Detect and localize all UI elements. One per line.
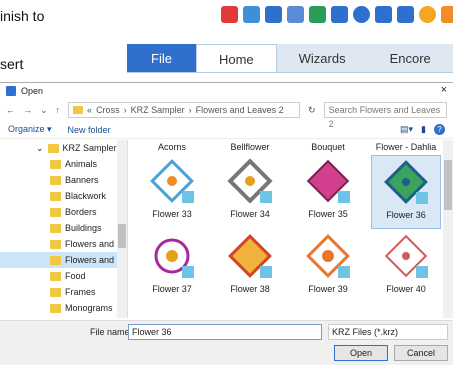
tab-encore[interactable]: Encore: [368, 44, 453, 72]
wizard-icon[interactable]: [243, 6, 260, 23]
flower-35-thumbnail: [306, 159, 350, 203]
nav-item-flowers-leaves-2[interactable]: Flowers and Lea: [0, 252, 127, 268]
breadcrumb-separator: ›: [188, 105, 192, 115]
nav-item-krz-sampler[interactable]: ⌄ KRZ Sampler: [0, 140, 127, 156]
folder-icon: [50, 159, 61, 169]
file-bellflower[interactable]: Bellflower: [215, 140, 285, 154]
file-acorns[interactable]: Acorns: [137, 140, 207, 154]
file-flower-35[interactable]: Flower 35: [293, 155, 363, 221]
folder-icon: [50, 303, 61, 313]
tab-wizards[interactable]: Wizards: [277, 44, 368, 72]
file-flower-38[interactable]: Flower 38: [215, 230, 285, 296]
breadcrumb-ellipsis: «: [87, 105, 93, 115]
up-icon[interactable]: ↑: [56, 105, 61, 115]
ribbon-tabs: File Home Wizards Encore: [127, 44, 453, 73]
folder-icon: [50, 255, 61, 265]
flower-39-thumbnail: [306, 234, 350, 278]
nav-scroll-thumb[interactable]: [118, 224, 126, 248]
navigation-pane: ⌄ KRZ Sampler Animals Banners Blackwork B…: [0, 140, 128, 318]
search-input[interactable]: Search Flowers and Leaves 2: [323, 102, 447, 129]
breadcrumb[interactable]: « Cross › KRZ Sampler › Flowers and Leav…: [68, 102, 301, 118]
flower-33-thumbnail: [150, 159, 194, 203]
file-flower-39[interactable]: Flower 39: [293, 230, 363, 296]
flower-37-thumbnail: [154, 238, 194, 278]
open-dialog: Open × ← → ⌄ ↑ « Cross › KRZ Sampler › F…: [0, 82, 453, 365]
folder-icon: [47, 143, 59, 153]
file-grid-scroll-thumb[interactable]: [444, 160, 452, 210]
dialog-titlebar: Open ×: [0, 83, 453, 99]
file-flower-40[interactable]: Flower 40: [371, 230, 441, 296]
background-text-2: sert: [0, 56, 24, 72]
save-icon[interactable]: [265, 6, 282, 23]
organize-button[interactable]: Organize ▾: [8, 124, 52, 135]
export-icon[interactable]: [309, 6, 326, 23]
view-icon[interactable]: ▤▾: [400, 124, 413, 135]
nav-item-flowers-leaves-1[interactable]: Flowers and Lea: [0, 236, 127, 252]
close-icon[interactable]: ×: [441, 84, 447, 96]
file-flower-dahlia[interactable]: Flower - Dahlia: [371, 140, 441, 154]
breadcrumb-current[interactable]: Flowers and Leaves 2: [196, 105, 284, 115]
background-text-1: inish to: [0, 8, 45, 24]
folder-icon: [50, 191, 61, 201]
breadcrumb-separator: ›: [123, 105, 127, 115]
forward-icon[interactable]: →: [23, 105, 32, 115]
preview-pane-icon[interactable]: ▮: [421, 124, 426, 135]
flower-34-thumbnail: [227, 158, 273, 204]
pin-icon[interactable]: [221, 6, 238, 23]
filename-input[interactable]: Flower 36: [128, 324, 322, 340]
cancel-button[interactable]: Cancel: [394, 345, 448, 361]
folder-icon: [50, 223, 61, 233]
file-flower-37[interactable]: Flower 37: [137, 230, 207, 296]
file-flower-36[interactable]: Flower 36: [371, 155, 441, 229]
folder-icon: [73, 106, 84, 114]
open-dialog-icon: [6, 86, 16, 96]
nav-scrollbar[interactable]: [117, 140, 127, 318]
window-icon[interactable]: [441, 6, 453, 23]
tab-file[interactable]: File: [127, 44, 196, 72]
open-button[interactable]: Open: [334, 345, 388, 361]
chart-icon[interactable]: [287, 6, 304, 23]
file-bouquet[interactable]: Bouquet: [293, 140, 363, 154]
dialog-bottom-bar: File name: Flower 36 KRZ Files (*.krz) O…: [0, 320, 453, 365]
nav-item-blackwork[interactable]: Blackwork: [0, 188, 127, 204]
folder-icon: [50, 207, 61, 217]
breadcrumb-cross[interactable]: Cross: [96, 105, 120, 115]
tab-home[interactable]: Home: [195, 44, 277, 72]
nav-item-monograms[interactable]: Monograms: [0, 300, 127, 316]
breadcrumb-krz-sampler[interactable]: KRZ Sampler: [131, 105, 185, 115]
dialog-title: Open: [21, 86, 44, 96]
file-flower-33[interactable]: Flower 33: [137, 155, 207, 221]
circle-icon[interactable]: [353, 6, 370, 23]
refresh-icon[interactable]: ↻: [308, 105, 316, 116]
nav-item-banners[interactable]: Banners: [0, 172, 127, 188]
address-bar: ← → ⌄ ↑ « Cross › KRZ Sampler › Flowers …: [0, 99, 453, 129]
undo-icon[interactable]: [375, 6, 392, 23]
folder-icon: [50, 175, 61, 185]
new-folder-button[interactable]: New folder: [68, 125, 111, 135]
flower-38-thumbnail: [228, 234, 272, 278]
back-icon[interactable]: ←: [6, 105, 15, 115]
quick-access-toolbar: [221, 6, 453, 23]
chevron-down-icon[interactable]: ⌄: [40, 105, 48, 116]
print-icon[interactable]: [331, 6, 348, 23]
dialog-toolbar: Organize ▾ New folder ▤▾ ▮ ?: [0, 121, 453, 139]
filename-label: File name:: [90, 327, 133, 337]
redo-icon[interactable]: [397, 6, 414, 23]
nav-item-food[interactable]: Food: [0, 268, 127, 284]
file-flower-34[interactable]: Flower 34: [215, 155, 285, 221]
filetype-select[interactable]: KRZ Files (*.krz): [328, 324, 448, 340]
flower-36-thumbnail: [384, 160, 428, 204]
nav-item-borders[interactable]: Borders: [0, 204, 127, 220]
file-grid: Acorns Bellflower Bouquet Flower - Dahli…: [128, 140, 453, 318]
folder-icon: [50, 239, 61, 249]
file-grid-scrollbar[interactable]: [443, 140, 453, 318]
nav-item-animals[interactable]: Animals: [0, 156, 127, 172]
folder-icon: [50, 287, 61, 297]
nav-item-buildings[interactable]: Buildings: [0, 220, 127, 236]
nav-item-frames[interactable]: Frames: [0, 284, 127, 300]
flower-40-thumbnail: [384, 234, 428, 278]
help-icon[interactable]: ?: [434, 124, 445, 135]
folder-icon: [50, 271, 61, 281]
palette-icon[interactable]: [419, 6, 436, 23]
